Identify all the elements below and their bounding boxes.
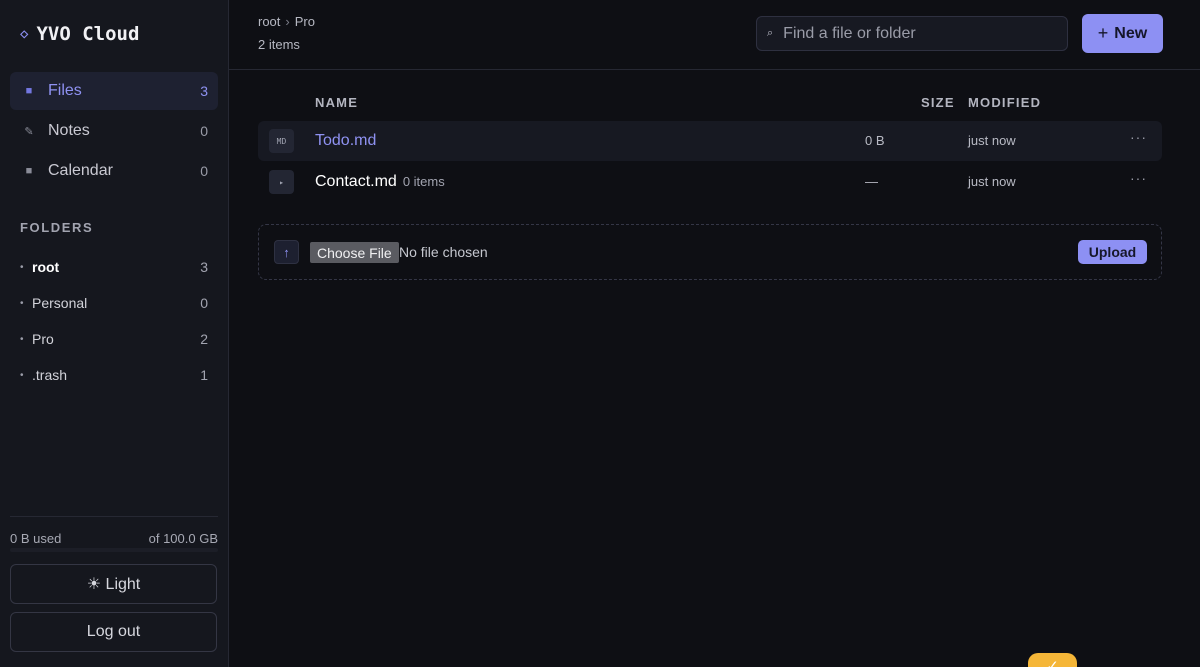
bullet-icon: •: [20, 369, 24, 381]
brand[interactable]: ◇ YVO Cloud: [10, 0, 218, 68]
theme-toggle-button[interactable]: ☀ Light: [10, 564, 217, 604]
folders-heading: FOLDERS: [20, 220, 94, 235]
brand-name: YVO Cloud: [36, 23, 140, 45]
table-row[interactable]: MD Todo.md 0 B just now ···: [258, 121, 1162, 161]
file-name-link[interactable]: Todo.md: [315, 132, 376, 150]
file-item-count: 0 items: [402, 174, 445, 189]
column-header-name[interactable]: NAME: [315, 95, 358, 110]
item-count: 2 items: [258, 37, 300, 52]
app: ◇ YVO Cloud ■ Files 3 ✎ Notes 0 ■ Calend…: [0, 0, 1200, 667]
upload-arrow-icon: ↑: [274, 240, 299, 264]
column-header-size[interactable]: SIZE: [921, 95, 955, 110]
nav-item-count: 0: [200, 163, 208, 179]
calendar-square-icon: ■: [25, 165, 33, 177]
markdown-file-icon: MD: [269, 129, 294, 153]
file-size: —: [865, 174, 878, 189]
folder-count: 0: [200, 295, 208, 311]
folder-count: 3: [200, 259, 208, 275]
folder-item-personal[interactable]: • Personal 0: [10, 285, 218, 321]
file-name[interactable]: Contact.md 0 items: [315, 173, 445, 191]
folder-arrow-icon: ▸: [269, 170, 294, 194]
folder-item-trash[interactable]: • .trash 1: [10, 357, 218, 393]
column-header-modified[interactable]: MODIFIED: [968, 95, 1041, 110]
upload-button[interactable]: Upload: [1078, 240, 1147, 264]
folder-item-root[interactable]: • root 3: [10, 249, 218, 285]
folder-count: 1: [200, 367, 208, 383]
bullet-icon: •: [20, 297, 24, 309]
file-name-text: Contact.md: [315, 173, 397, 190]
upload-dropzone[interactable]: ↑ Choose File No file chosen Upload: [258, 224, 1162, 280]
main-content: root › Pro 2 items ⌕ + New NAME SIZE MODIF…: [229, 0, 1200, 667]
breadcrumb: root › Pro: [258, 14, 315, 29]
file-modified: just now: [968, 174, 1016, 189]
breadcrumb-separator-icon: ›: [285, 14, 290, 29]
storage-total: of 100.0 GB: [148, 531, 218, 546]
search-input[interactable]: [783, 24, 1054, 43]
checkmark-icon: ✓: [1046, 658, 1059, 667]
new-button-label: New: [1114, 24, 1148, 42]
nav-item-count: 0: [200, 123, 208, 139]
storage-usage-bar: [10, 548, 218, 552]
more-options-icon[interactable]: ···: [1130, 170, 1147, 186]
more-options-icon[interactable]: ···: [1130, 129, 1147, 145]
main-nav: ■ Files 3 ✎ Notes 0 ■ Calendar 0: [10, 72, 218, 190]
storage-usage: 0 B used of 100.0 GB: [10, 516, 218, 546]
file-table-header: NAME SIZE MODIFIED: [229, 92, 1200, 114]
floating-action-button[interactable]: ✓: [1028, 653, 1077, 667]
nav-item-label: Calendar: [48, 162, 113, 179]
file-modified: just now: [968, 133, 1016, 148]
folder-item-pro[interactable]: • Pro 2: [10, 321, 218, 357]
nav-item-calendar[interactable]: ■ Calendar 0: [10, 152, 218, 190]
breadcrumb-root[interactable]: root: [258, 14, 280, 29]
choose-file-button[interactable]: Choose File: [310, 242, 399, 263]
search-box: ⌕: [756, 16, 1068, 51]
logout-button[interactable]: Log out: [10, 612, 217, 652]
storage-used: 0 B used: [10, 531, 62, 546]
table-row[interactable]: ▸ Contact.md 0 items — just now ···: [258, 162, 1162, 202]
plus-icon: +: [1097, 23, 1109, 43]
folder-list: • root 3 • Personal 0 • Pro 2 • .trash 1: [10, 249, 218, 393]
bullet-icon: •: [20, 333, 24, 345]
folder-count: 2: [200, 331, 208, 347]
diamond-logo-icon: ◇: [20, 26, 29, 42]
nav-item-notes[interactable]: ✎ Notes 0: [10, 112, 218, 150]
folder-label: root: [32, 259, 60, 275]
nav-item-label: Notes: [48, 122, 90, 139]
sidebar: ◇ YVO Cloud ■ Files 3 ✎ Notes 0 ■ Calend…: [0, 0, 229, 667]
topbar: root › Pro 2 items ⌕ + New: [229, 0, 1200, 70]
nav-item-files[interactable]: ■ Files 3: [10, 72, 218, 110]
bullet-icon: •: [20, 261, 24, 273]
folder-label: .trash: [32, 367, 68, 383]
new-button[interactable]: + New: [1082, 14, 1163, 53]
file-status-text: No file chosen: [399, 244, 488, 260]
folder-label: Personal: [32, 295, 88, 311]
search-icon: ⌕: [767, 27, 774, 39]
nav-item-count: 3: [200, 83, 208, 99]
nav-item-label: Files: [48, 82, 82, 99]
pencil-icon: ✎: [24, 125, 34, 138]
files-square-icon: ■: [25, 85, 33, 97]
file-size: 0 B: [865, 133, 885, 148]
folder-label: Pro: [32, 331, 54, 347]
breadcrumb-current: Pro: [294, 14, 315, 29]
